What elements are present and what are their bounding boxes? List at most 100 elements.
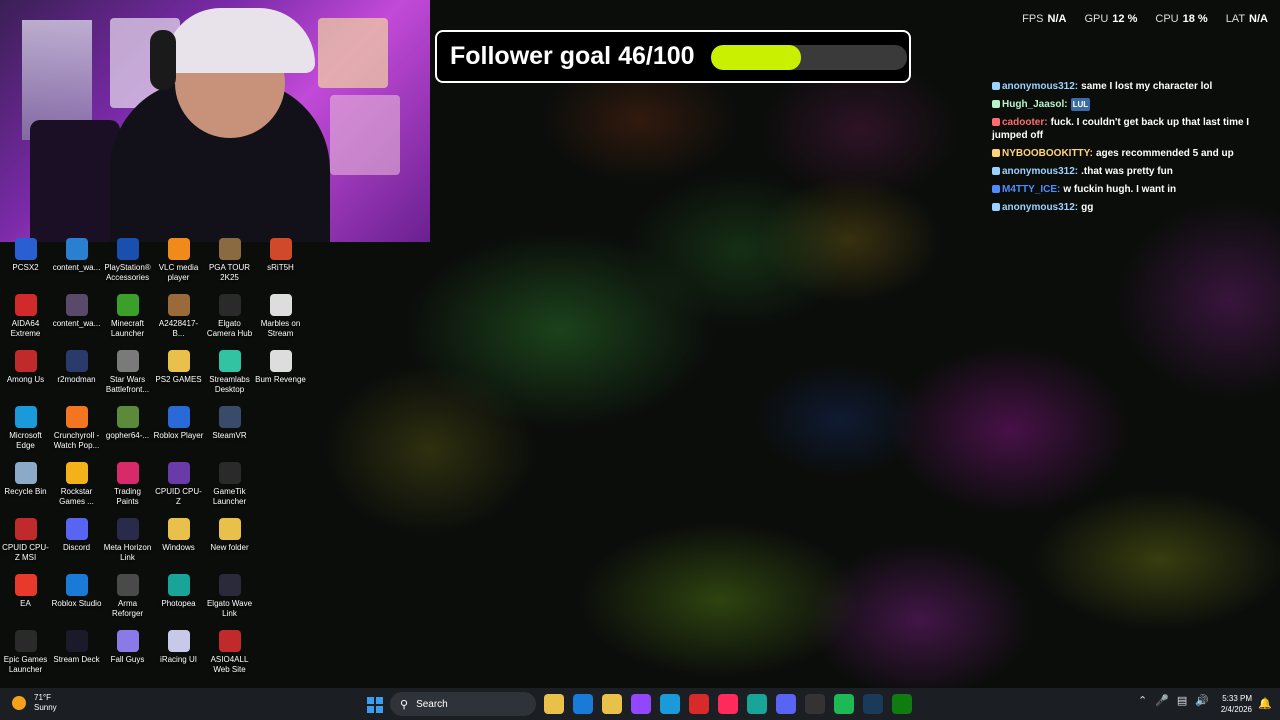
app-icon [167, 574, 190, 596]
desktop-icon[interactable]: Roblox Player [153, 406, 204, 441]
app-icon [116, 518, 139, 540]
edge-icon[interactable] [660, 694, 680, 714]
chat-text: ages recommended 5 and up [1095, 148, 1234, 159]
discord-icon[interactable] [776, 694, 796, 714]
desktop-icon-label: Photopea [161, 599, 196, 608]
desktop-icon[interactable]: ASIO4ALL Web Site [204, 630, 255, 675]
weather-temp: 71°F [34, 693, 51, 702]
desktop-icon-label: Windows [162, 543, 195, 552]
desktop-icon[interactable]: Elgato Camera Hub [204, 294, 255, 339]
chat-text: gg [1081, 202, 1094, 213]
app-icon [167, 518, 190, 540]
desktop-icon[interactable]: CPUID CPU-Z [153, 462, 204, 507]
taskbar-clock[interactable]: 5:33 PM 2/4/2026 [1218, 693, 1252, 715]
desktop-icon[interactable]: Trading Paints [102, 462, 153, 507]
desktop-icon-label: Bum Revenge [255, 375, 306, 384]
stat-fps: FPS N/A [1022, 13, 1067, 25]
app-icon [65, 518, 88, 540]
desktop-icon[interactable]: Rockstar Games ... [51, 462, 102, 507]
desktop-icon[interactable]: Roblox Studio [51, 574, 102, 609]
app-icon [65, 350, 88, 372]
chat-badge-icon [992, 118, 1000, 126]
desktop-icon[interactable]: Marbles on Stream [255, 294, 306, 339]
photopea-icon[interactable] [747, 694, 767, 714]
desktop-icon-label: Recycle Bin [4, 487, 47, 496]
desktop-icon[interactable]: PCSX2 [0, 238, 51, 273]
desktop-icon[interactable]: Photopea [153, 574, 204, 609]
desktop-icon-label: Discord [62, 543, 91, 552]
desktop-icon[interactable]: content_wa... [51, 238, 102, 273]
desktop-icon[interactable]: AIDA64 Extreme [0, 294, 51, 339]
desktop-icon[interactable]: Stream Deck [51, 630, 102, 665]
sun-icon [12, 696, 26, 710]
desktop-icon[interactable]: sRiT5H [255, 238, 306, 273]
app-icon [14, 238, 37, 260]
taskbar-search[interactable]: ⚲ Search [390, 692, 536, 716]
desktop-icon[interactable]: VLC media player [153, 238, 204, 283]
desktop-icon-label: Stream Deck [53, 655, 100, 664]
microphone-icon[interactable]: 🎤 [1155, 694, 1169, 707]
webcam-headset [150, 30, 176, 90]
desktop-icon[interactable]: Star Wars Battlefront... [102, 350, 153, 395]
chat-overlay: anonymous312: same I lost my character lo… [992, 80, 1266, 219]
steam-icon[interactable] [863, 694, 883, 714]
desktop-icon[interactable]: Minecraft Launcher [102, 294, 153, 339]
app-icon [269, 294, 292, 316]
desktop-icon[interactable]: Microsoft Edge [0, 406, 51, 451]
app-icon [116, 462, 139, 484]
desktop-icon[interactable]: Among Us [0, 350, 51, 385]
desktop-icon[interactable]: GameTik Launcher [204, 462, 255, 507]
desktop-icon[interactable]: PGA TOUR 2K25 [204, 238, 255, 283]
app-icon [14, 574, 37, 596]
desktop-icon[interactable]: New folder [204, 518, 255, 553]
desktop-icon[interactable]: Meta Horizon Link [102, 518, 153, 563]
desktop-icon-label: EA [20, 599, 31, 608]
app-icon [116, 294, 139, 316]
windows-start-button[interactable] [367, 697, 383, 713]
file-explorer-icon[interactable] [544, 694, 564, 714]
desktop-icon[interactable]: gopher64-... [102, 406, 153, 441]
volume-icon[interactable]: 🔊 [1195, 694, 1209, 707]
desktop-icon[interactable]: Fall Guys [102, 630, 153, 665]
desktop-icon[interactable]: PS2 GAMES [153, 350, 204, 385]
tiktok-icon[interactable] [718, 694, 738, 714]
desktop-icon[interactable]: iRacing UI [153, 630, 204, 665]
app-icon [218, 350, 241, 372]
desktop-icon[interactable]: Discord [51, 518, 102, 553]
obs-icon[interactable] [805, 694, 825, 714]
desktop-icon[interactable]: Windows [153, 518, 204, 553]
desktop-icon-label: ASIO4ALL Web Site [210, 655, 249, 674]
chevron-up-icon[interactable]: ⌃ [1138, 694, 1147, 707]
desktop-icon[interactable]: CPUID CPU-Z MSI [0, 518, 51, 563]
xbox-icon[interactable] [892, 694, 912, 714]
desktop-icon[interactable]: Epic Games Launcher [0, 630, 51, 675]
chat-badge-icon [992, 203, 1000, 211]
desktop-icon-label: sRiT5H [267, 263, 294, 272]
desktop-icon[interactable]: Bum Revenge [255, 350, 306, 385]
microsoft-store-icon[interactable] [573, 694, 593, 714]
desktop-icon[interactable]: content_wa... [51, 294, 102, 329]
desktop-icon-label: Fall Guys [110, 655, 145, 664]
network-icon[interactable]: ▤ [1177, 694, 1187, 707]
desktop-icon[interactable]: Arma Reforger [102, 574, 153, 619]
desktop-icon[interactable]: r2modman [51, 350, 102, 385]
desktop-icon[interactable]: Crunchyroll - Watch Pop... [51, 406, 102, 451]
desktop-icon[interactable]: A2428417-B... [153, 294, 204, 339]
stat-cpu: CPU 18 % [1155, 13, 1208, 25]
folder-icon[interactable] [602, 694, 622, 714]
desktop-icon[interactable]: Elgato Wave Link [204, 574, 255, 619]
weather-widget[interactable]: 71°F Sunny [12, 693, 57, 713]
twitch-icon[interactable] [631, 694, 651, 714]
chat-message: cadooter: fuck. I couldn't get back up th… [992, 116, 1266, 142]
desktop-icon[interactable]: Recycle Bin [0, 462, 51, 497]
spotify-icon[interactable] [834, 694, 854, 714]
desktop-icon-label: CPUID CPU-Z MSI [2, 543, 49, 562]
tf-icon[interactable] [689, 694, 709, 714]
taskbar: 71°F Sunny ⚲ Search ⌃ 🎤 ▤ 🔊 5:33 PM 2/4/… [0, 688, 1280, 720]
desktop-icon[interactable]: PlayStation® Accessories [102, 238, 153, 283]
desktop-icon[interactable]: Streamlabs Desktop [204, 350, 255, 395]
notification-bell-icon[interactable]: 🔔 [1258, 697, 1272, 710]
desktop-icon[interactable]: EA [0, 574, 51, 609]
desktop-icon[interactable]: SteamVR [204, 406, 255, 441]
desktop-icon-label: Epic Games Launcher [3, 655, 48, 674]
